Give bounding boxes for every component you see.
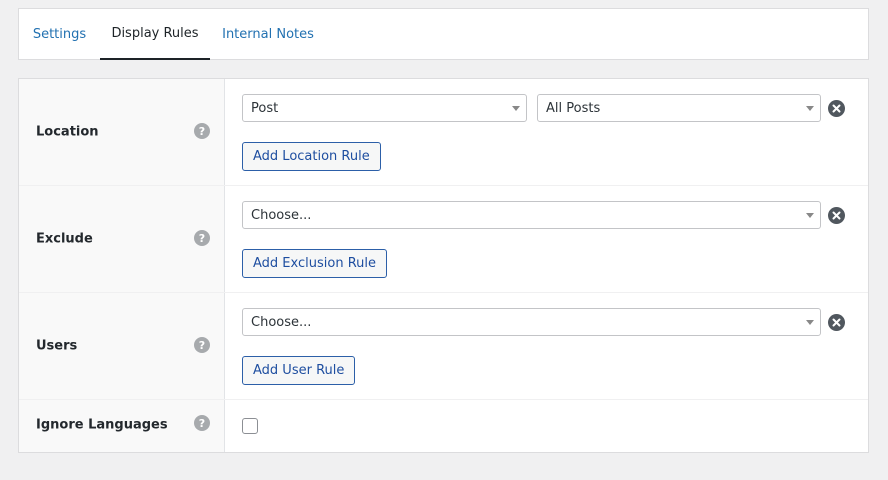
exclude-label-cell: Exclude ? <box>19 186 225 292</box>
users-label-cell: Users ? <box>19 293 225 399</box>
chevron-down-icon <box>512 106 520 111</box>
exclude-row: Exclude ? Choose... Add Exclusion Rule <box>19 186 868 293</box>
chevron-down-icon <box>806 213 814 218</box>
location-value-select[interactable]: All Posts <box>537 94 821 122</box>
exclude-select[interactable]: Choose... <box>242 201 821 229</box>
close-circle-icon[interactable] <box>828 100 845 117</box>
location-value-value: All Posts <box>546 100 601 116</box>
add-location-rule-button[interactable]: Add Location Rule <box>242 142 381 171</box>
users-select[interactable]: Choose... <box>242 308 821 336</box>
users-label: Users <box>36 338 78 354</box>
ignore-languages-label-cell: Ignore Languages ? <box>19 400 225 452</box>
question-circle-icon[interactable]: ? <box>194 337 210 353</box>
tab-settings[interactable]: Settings <box>19 9 100 60</box>
tab-internal-notes[interactable]: Internal Notes <box>210 9 326 60</box>
exclude-label: Exclude <box>36 231 93 247</box>
tab-display-rules[interactable]: Display Rules <box>100 9 210 60</box>
close-circle-icon[interactable] <box>828 314 845 331</box>
display-rules-panel: Location ? Post All Posts Add Location R… <box>18 78 869 453</box>
close-circle-icon[interactable] <box>828 207 845 224</box>
tab-bar: Settings Display Rules Internal Notes <box>18 8 869 60</box>
add-user-rule-button[interactable]: Add User Rule <box>242 356 356 385</box>
ignore-languages-label: Ignore Languages <box>36 417 168 433</box>
question-circle-icon[interactable]: ? <box>194 230 210 246</box>
chevron-down-icon <box>806 106 814 111</box>
users-row: Users ? Choose... Add User Rule <box>19 293 868 400</box>
location-type-select[interactable]: Post <box>242 94 527 122</box>
location-label: Location <box>36 124 99 140</box>
add-exclusion-rule-button[interactable]: Add Exclusion Rule <box>242 249 387 278</box>
location-type-value: Post <box>251 100 279 116</box>
question-circle-icon[interactable]: ? <box>194 123 210 139</box>
ignore-languages-checkbox[interactable] <box>242 418 258 434</box>
question-circle-icon[interactable]: ? <box>194 415 210 431</box>
location-row: Location ? Post All Posts Add Location R… <box>19 79 868 186</box>
exclude-select-value: Choose... <box>251 207 312 223</box>
users-select-value: Choose... <box>251 314 312 330</box>
chevron-down-icon <box>806 320 814 325</box>
ignore-languages-row: Ignore Languages ? <box>19 400 868 452</box>
location-label-cell: Location ? <box>19 79 225 185</box>
